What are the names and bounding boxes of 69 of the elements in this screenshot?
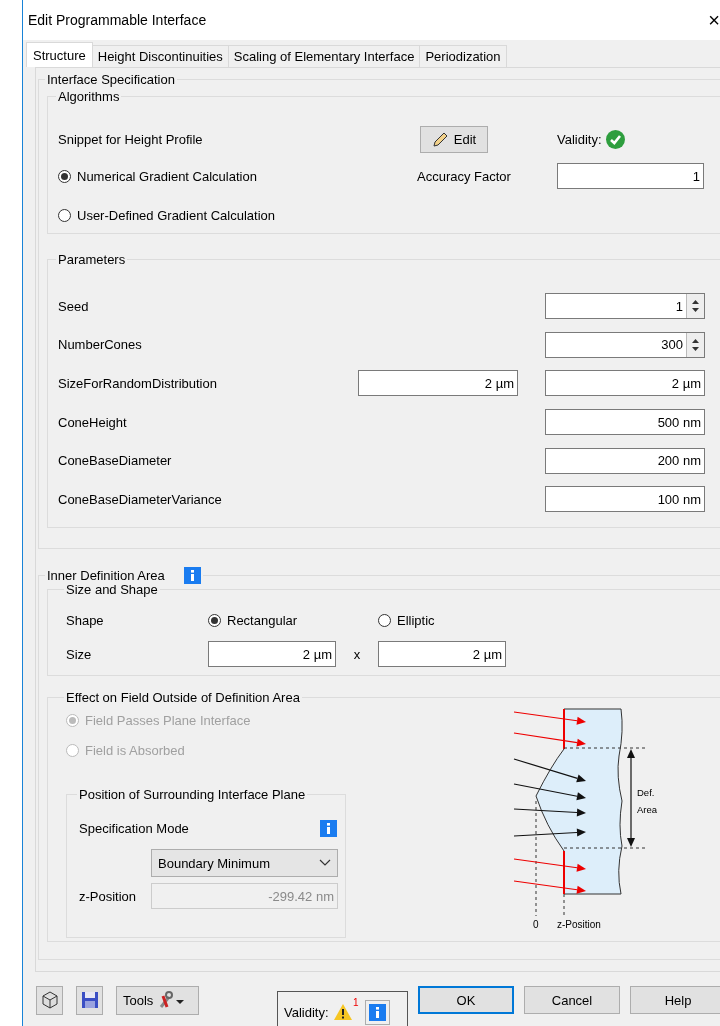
- pencil-icon: [431, 130, 449, 148]
- cube-icon: [39, 990, 60, 1010]
- diagram-label: Def.: [637, 787, 655, 798]
- info-icon[interactable]: [183, 567, 201, 584]
- dialog-button[interactable]: Help: [630, 986, 720, 1014]
- radio-label[interactable]: Rectangular: [227, 612, 298, 628]
- field-label: Accuracy Factor: [417, 168, 512, 184]
- radio-label[interactable]: Numerical Gradient Calculation: [77, 168, 257, 184]
- field-label: Size: [66, 646, 93, 662]
- validity-label: Validity:: [557, 131, 602, 147]
- radio-label[interactable]: Elliptic: [397, 612, 435, 628]
- parameter-field[interactable]: 200 nm: [545, 447, 705, 474]
- group-title: Algorithms: [57, 89, 121, 104]
- group-title: Inner Definition Area: [47, 568, 165, 583]
- parameter-label: ConeHeight: [58, 414, 128, 430]
- spinner-field[interactable]: 1: [545, 293, 705, 320]
- group-title: Size and Shape: [65, 582, 159, 597]
- parameter-field[interactable]: 2 µm: [358, 370, 518, 397]
- field-label: z-Position: [79, 888, 138, 904]
- tab[interactable]: Scaling of Elementary Interface: [227, 45, 421, 67]
- axis-label: z-Position: [557, 919, 601, 930]
- validity-label: Validity:: [284, 1004, 329, 1020]
- field-label: Snippet for Height Profile: [58, 131, 204, 147]
- warning-count: 1: [353, 997, 359, 1008]
- radio-label[interactable]: User-Defined Gradient Calculation: [77, 207, 275, 223]
- diagram-label: Area: [637, 804, 658, 815]
- size-field[interactable]: 2 µm: [208, 641, 336, 667]
- parameter-field[interactable]: 2 µm: [545, 370, 705, 397]
- radio-button[interactable]: [58, 208, 71, 222]
- field-label: Shape: [66, 612, 105, 628]
- spinner-field[interactable]: 300: [545, 331, 705, 358]
- radio-button[interactable]: [208, 613, 221, 627]
- accuracy-field[interactable]: 1: [557, 163, 704, 189]
- tab[interactable]: Height Discontinuities: [91, 45, 229, 67]
- field-label: Specification Mode: [79, 821, 189, 836]
- dialog-button[interactable]: Cancel: [524, 986, 620, 1014]
- window-title: Edit Programmable Interface: [28, 12, 207, 28]
- save-button[interactable]: [76, 985, 103, 1015]
- spin-arrows-icon: [686, 332, 704, 357]
- parameter-label: SizeForRandomDistribution: [58, 376, 218, 391]
- warning-icon: [332, 1003, 353, 1021]
- group-title: Parameters: [57, 252, 127, 267]
- parameter-label: Seed: [58, 298, 90, 314]
- group-title: Effect on Field Outside of Definition Area: [65, 690, 301, 705]
- size-field[interactable]: 2 µm: [378, 641, 506, 667]
- times-sign: x: [352, 646, 362, 662]
- parameter-label: ConeBaseDiameterVariance: [58, 491, 223, 507]
- parameter-label: NumberCones: [58, 337, 143, 353]
- dialog-button[interactable]: OK: [418, 986, 514, 1014]
- spin-arrows-icon: [686, 294, 704, 319]
- radio-button[interactable]: [378, 613, 391, 627]
- close-button[interactable]: ×: [708, 10, 720, 30]
- parameter-label: ConeBaseDiameter: [58, 453, 173, 469]
- tools-button[interactable]: Tools: [116, 985, 199, 1015]
- tab[interactable]: Periodization: [419, 45, 507, 67]
- chevron-icon: [319, 859, 331, 867]
- parameter-field[interactable]: 100 nm: [545, 486, 705, 513]
- parameter-field[interactable]: 500 nm: [545, 409, 705, 436]
- info-icon[interactable]: [368, 1003, 386, 1021]
- group-title: Position of Surrounding Interface Plane: [78, 787, 307, 802]
- mode-dropdown[interactable]: Boundary Minimum: [151, 849, 338, 877]
- group-title: Interface Specification: [46, 72, 176, 87]
- edit-button[interactable]: Edit: [420, 125, 488, 153]
- info-icon[interactable]: [320, 820, 337, 837]
- radio-button[interactable]: [58, 169, 71, 183]
- cube-view-button[interactable]: [36, 985, 63, 1015]
- tab[interactable]: Structure: [26, 42, 93, 67]
- axis-label: 0: [533, 919, 539, 930]
- tools-icon: [158, 991, 187, 1009]
